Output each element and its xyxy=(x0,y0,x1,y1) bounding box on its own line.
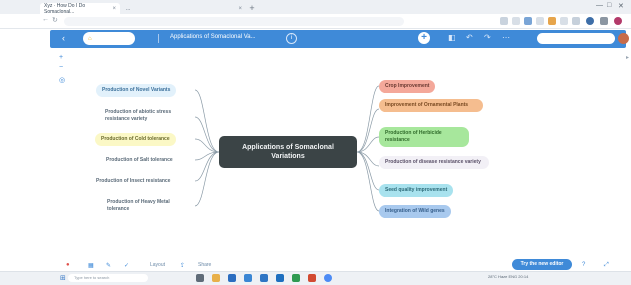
fullscreen-icon[interactable]: ⤢ xyxy=(604,262,609,269)
powerpoint-icon[interactable] xyxy=(308,274,316,282)
mindmap-node[interactable]: Production of Novel Variants xyxy=(96,84,177,97)
mindmap-node[interactable]: Production of Heavy Metal tolerance xyxy=(101,196,193,216)
excel-icon[interactable] xyxy=(292,274,300,282)
pen-icon[interactable]: ✎ xyxy=(106,262,111,269)
word-icon[interactable] xyxy=(276,274,284,282)
system-tray[interactable]: 28°C Haze ENG 20:14 xyxy=(488,274,528,279)
check-icon[interactable]: ✓ xyxy=(124,262,129,269)
mindmap-node[interactable]: Seed quality improvement xyxy=(379,184,454,197)
mindmap-node[interactable]: Production of Herbicide resistance xyxy=(379,127,469,147)
taskbar-search-input[interactable]: Type here to search xyxy=(68,274,148,282)
task-view-icon[interactable] xyxy=(196,274,204,282)
grid-icon[interactable]: ▦ xyxy=(88,262,94,269)
chrome-icon[interactable] xyxy=(324,274,332,282)
mindmap-node[interactable]: Integration of Wild genes xyxy=(379,205,451,218)
mindmap-node[interactable]: Production of abiotic stress resistance … xyxy=(99,106,195,126)
mindmap-node[interactable]: Crop Improvement xyxy=(379,80,436,93)
mindmap-central-node[interactable]: Applications of Somaclonal Variations xyxy=(219,136,357,168)
file-explorer-icon[interactable] xyxy=(212,274,220,282)
start-icon[interactable]: ⊞ xyxy=(60,274,66,282)
share-icon[interactable]: ⇪ xyxy=(180,262,185,269)
mail-icon[interactable] xyxy=(260,274,268,282)
help-icon[interactable]: ? xyxy=(582,262,585,268)
share-label[interactable]: Share xyxy=(198,262,211,268)
mindmap-node[interactable]: Production of Insect resistance xyxy=(90,175,176,188)
mindmap-node[interactable]: Production of disease resistance variety xyxy=(379,156,489,169)
store-icon[interactable] xyxy=(244,274,252,282)
mindmap-node[interactable]: Production of Cold tolerance xyxy=(95,133,176,146)
record-icon[interactable]: ● xyxy=(66,262,70,268)
edge-icon[interactable] xyxy=(228,274,236,282)
try-new-editor-button[interactable]: Try the new editor xyxy=(512,259,572,270)
layout-label[interactable]: Layout xyxy=(150,262,165,268)
mindmap-node[interactable]: Production of Salt tolerance xyxy=(100,154,179,167)
mindmap-node[interactable]: Improvement of Ornamental Plants xyxy=(379,99,483,112)
